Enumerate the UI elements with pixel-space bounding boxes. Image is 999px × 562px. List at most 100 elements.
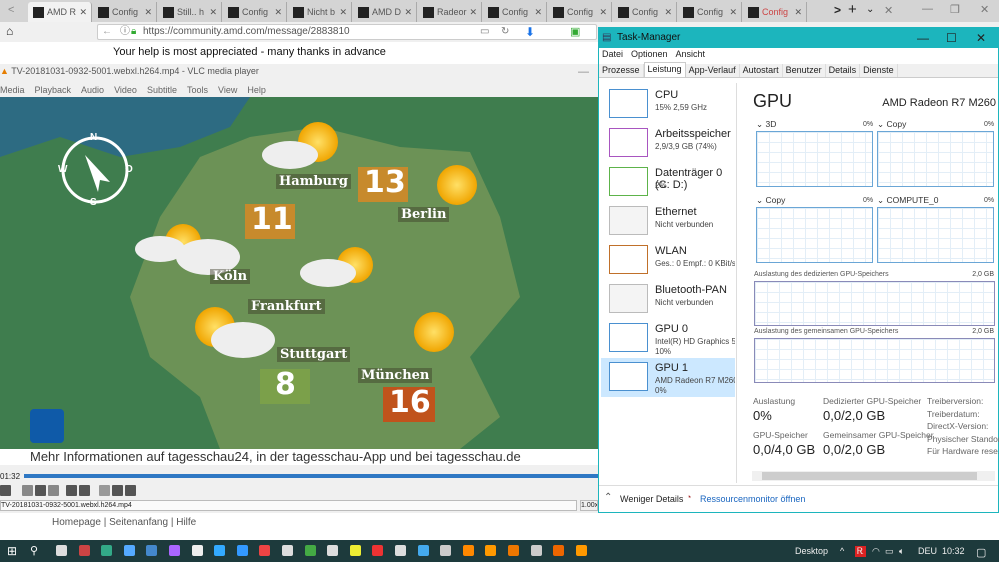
sidebar-item[interactable]: Bluetooth-PAN Nicht verbunden <box>601 280 735 319</box>
battery-icon[interactable]: ▭ <box>885 546 894 557</box>
taskbar-app-icon[interactable] <box>101 545 113 556</box>
taskbar-app-icon[interactable] <box>146 545 158 556</box>
vlc-menu-video[interactable]: Video <box>114 85 137 95</box>
tab-close-icon[interactable]: ✕ <box>404 7 412 18</box>
next-button[interactable] <box>48 485 59 496</box>
minimize-button[interactable]: — <box>922 3 933 15</box>
search-icon[interactable]: ⚲ <box>30 544 38 557</box>
video-frame[interactable]: Hamburg Berlin Köln Frankfurt Stuttgart Münch… <box>0 97 598 449</box>
close-tab-icon[interactable]: ✕ <box>884 4 893 17</box>
browser-tab[interactable]: Still.. h ✕ <box>158 2 222 22</box>
extension-icon[interactable]: ▣ <box>570 25 580 38</box>
taskbar-app-icon[interactable] <box>282 545 293 556</box>
previous-button[interactable] <box>22 485 33 496</box>
hilfe-link[interactable]: Hilfe <box>176 517 196 528</box>
sidebar-item[interactable]: WLAN Ges.: 0 Empf.: 0 KBit/s <box>601 241 735 280</box>
browser-tab[interactable]: Config ✕ <box>743 2 807 22</box>
browser-tab[interactable]: Nicht b ✕ <box>288 2 352 22</box>
fewer-details-link[interactable]: Weniger Details <box>620 494 683 504</box>
tabs-scroll-left-icon[interactable]: < <box>8 4 14 16</box>
taskbar-app-icon[interactable] <box>214 545 226 556</box>
tab-close-icon[interactable]: ✕ <box>339 7 347 18</box>
reload-icon[interactable]: ↻ <box>501 25 509 39</box>
taskbar-app-icon[interactable] <box>78 545 90 556</box>
homepage-link[interactable]: Homepage <box>52 517 101 528</box>
taskbar-app-icon[interactable] <box>485 545 497 556</box>
taskbar-app-icon[interactable] <box>123 545 135 556</box>
wifi-icon[interactable]: ◠ <box>872 546 880 557</box>
download-icon[interactable]: ⬇ <box>525 25 535 39</box>
tray-expand-icon[interactable]: ^ <box>840 546 844 556</box>
taskbar-app-icon[interactable] <box>575 545 587 556</box>
taskbar-app-icon[interactable] <box>169 545 180 556</box>
taskbar-app-icon[interactable] <box>191 545 203 556</box>
vlc-menu-tools[interactable]: Tools <box>187 85 208 95</box>
sidebar-item[interactable]: Ethernet Nicht verbunden <box>601 202 735 241</box>
taskbar-app-icon[interactable] <box>530 545 542 556</box>
taskbar-app-icon[interactable] <box>440 545 452 556</box>
browser-tab[interactable]: AMD D ✕ <box>353 2 417 22</box>
browser-tab[interactable]: Radeor ✕ <box>418 2 482 22</box>
address-bar[interactable]: ← ⓘ 🔒︎ https://community.amd.com/message… <box>97 24 597 40</box>
sidebar-item[interactable]: GPU 1 AMD Radeon R7 M260 0% <box>601 358 735 397</box>
tab-close-icon[interactable]: ✕ <box>209 7 217 18</box>
browser-tab[interactable]: Config ✕ <box>223 2 287 22</box>
engine-selector[interactable]: ⌄ Copy <box>877 119 906 130</box>
restore-button[interactable]: ❐ <box>950 3 960 16</box>
tm-menu-item[interactable]: Ansicht <box>676 49 706 59</box>
sidebar-item[interactable]: GPU 0 Intel(R) HD Graphics 550010% <box>601 319 735 358</box>
tm-tab-app-verlauf[interactable]: App-Verlauf <box>686 64 740 77</box>
vlc-menu-playback[interactable]: Playback <box>35 85 72 95</box>
fullscreen-button[interactable] <box>66 485 77 496</box>
tm-menu-item[interactable]: Datei <box>602 49 623 59</box>
collapse-icon[interactable]: ⌃ <box>604 492 612 503</box>
tabs-scroll-right-icon[interactable]: > <box>834 3 841 17</box>
engine-selector[interactable]: ⌄ Copy <box>756 195 785 206</box>
tab-close-icon[interactable]: ✕ <box>274 7 282 18</box>
new-tab-button[interactable]: + <box>848 1 857 18</box>
taskbar-app-icon[interactable] <box>56 545 67 556</box>
taskbar-app-icon[interactable] <box>553 545 565 556</box>
sidebar-item[interactable]: Datenträger 0 (C: D:) 2% <box>601 163 735 202</box>
tm-tab-autostart[interactable]: Autostart <box>740 64 783 77</box>
tm-tab-prozesse[interactable]: Prozesse <box>599 64 644 77</box>
resource-monitor-link[interactable]: Ressourcenmonitor öffnen <box>700 494 805 504</box>
tab-close-icon[interactable]: ✕ <box>79 7 87 18</box>
back-icon[interactable]: ← <box>102 25 112 39</box>
start-button[interactable]: ⊞ <box>7 544 17 558</box>
sidebar-item[interactable]: CPU 15% 2,59 GHz <box>601 85 735 124</box>
taskbar-app-icon[interactable] <box>462 545 474 556</box>
browser-tab[interactable]: Config ✕ <box>483 2 547 22</box>
tab-close-icon[interactable]: ✕ <box>729 7 737 18</box>
taskbar-app-icon[interactable] <box>508 545 519 556</box>
taskbar-app-icon[interactable] <box>259 545 271 556</box>
vlc-menu-audio[interactable]: Audio <box>81 85 104 95</box>
taskbar-app-icon[interactable] <box>327 545 339 556</box>
vlc-menu-subtitle[interactable]: Subtitle <box>147 85 177 95</box>
tm-tab-dienste[interactable]: Dienste <box>860 64 898 77</box>
playback-speed[interactable]: 1.00x <box>580 500 598 511</box>
vlc-minimize-button[interactable]: — <box>578 66 589 78</box>
home-icon[interactable]: ⌂ <box>6 24 13 38</box>
reader-view-icon[interactable]: ▭ <box>480 25 489 39</box>
horizontal-scrollbar[interactable] <box>752 471 995 481</box>
vlc-menu-view[interactable]: View <box>218 85 237 95</box>
language-indicator[interactable]: DEU <box>918 546 937 556</box>
tab-close-icon[interactable]: ✕ <box>144 7 152 18</box>
pause-button[interactable] <box>0 485 11 496</box>
tab-close-icon[interactable]: ✕ <box>664 7 672 18</box>
tm-tab-benutzer[interactable]: Benutzer <box>783 64 826 77</box>
close-window-button[interactable]: ✕ <box>980 3 989 16</box>
shuffle-button[interactable] <box>125 485 136 496</box>
tm-minimize-button[interactable]: — <box>917 28 929 48</box>
taskbar-app-icon[interactable] <box>372 545 384 556</box>
volume-icon[interactable]: 🔈︎ <box>899 546 904 557</box>
desktop-toolbar[interactable]: Desktop <box>795 546 828 556</box>
tm-close-button[interactable]: ✕ <box>976 28 986 48</box>
tab-close-icon[interactable]: ✕ <box>470 7 478 18</box>
clock[interactable]: 10:32 <box>942 546 965 556</box>
seek-bar[interactable] <box>24 474 598 478</box>
vlc-menu-media[interactable]: Media <box>0 85 25 95</box>
taskbar-app-icon[interactable] <box>349 545 361 556</box>
antivirus-icon[interactable]: Ꭱ <box>855 546 866 557</box>
